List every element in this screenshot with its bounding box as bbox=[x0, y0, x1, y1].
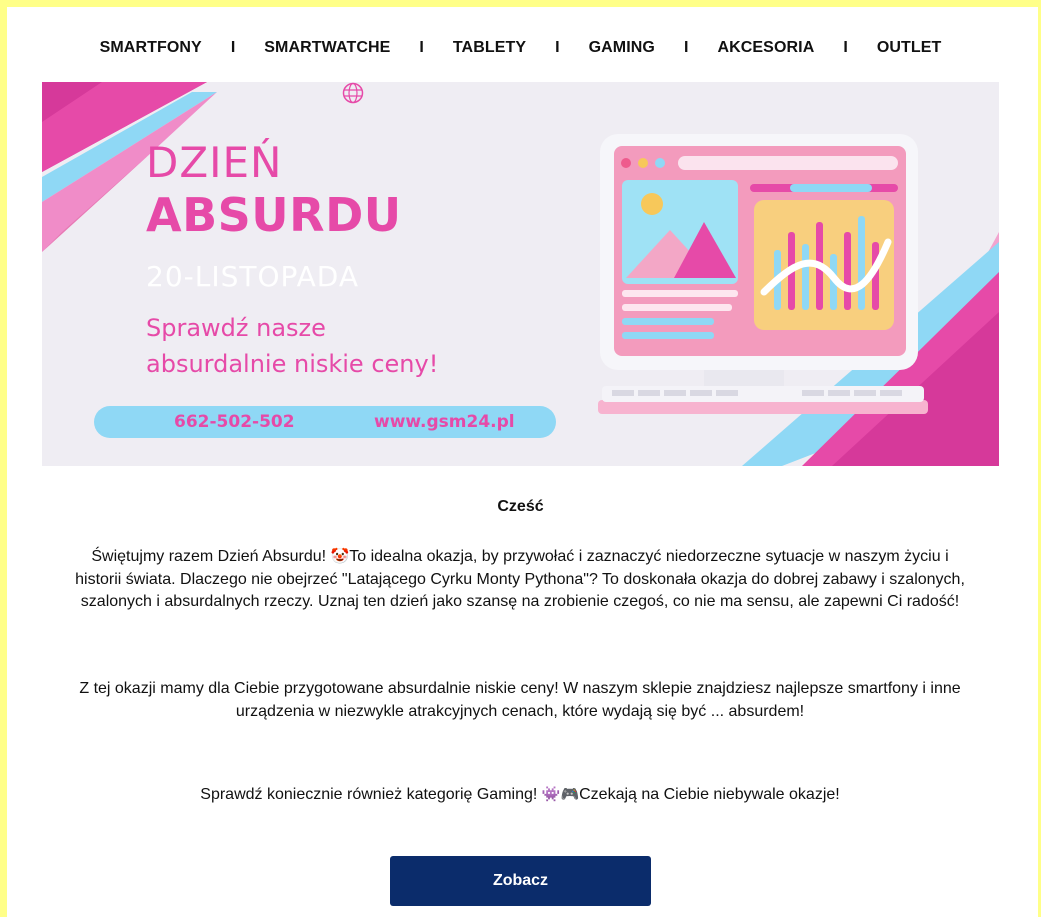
banner-title-line1: DZIEŃ bbox=[146, 138, 283, 187]
nav-item-smartfony[interactable]: SMARTFONY bbox=[100, 39, 202, 57]
intro-text-start: Świętujmy razem Dzień Absurdu! bbox=[91, 548, 331, 565]
promo-banner[interactable]: DZIEŃ ABSURDU 20-LISTOPADA Sprawdź nasze… bbox=[42, 82, 999, 466]
banner-subtitle: Sprawdź nasze absurdalnie niskie ceny! bbox=[146, 310, 506, 382]
nav-item-smartwatche[interactable]: SMARTWATCHE bbox=[264, 39, 390, 57]
category-nav: SMARTFONY I SMARTWATCHE I TABLETY I GAMI… bbox=[0, 36, 1041, 60]
banner-website: www.gsm24.pl bbox=[374, 412, 515, 432]
banner-subtitle-line1: Sprawdź nasze bbox=[146, 314, 326, 342]
phone-icon bbox=[146, 82, 168, 104]
nav-item-outlet[interactable]: OUTLET bbox=[877, 39, 942, 57]
nav-separator: I bbox=[683, 39, 689, 56]
clown-emoji-icon: 🤡 bbox=[330, 547, 350, 565]
globe-icon bbox=[342, 82, 364, 104]
banner-subtitle-line2: absurdalnie niskie ceny! bbox=[146, 350, 439, 378]
banner-phone: 662-502-502 bbox=[174, 412, 295, 432]
nav-separator: I bbox=[843, 39, 848, 56]
frame-top-border bbox=[0, 0, 1041, 7]
nav-separator: I bbox=[555, 39, 560, 56]
nav-item-gaming[interactable]: GAMING bbox=[589, 39, 655, 57]
gaming-paragraph: Sprawdź koniecznie również kategorię Gam… bbox=[70, 783, 970, 807]
banner-title-line2: ABSURDU bbox=[146, 188, 402, 242]
greeting-heading: Cześć bbox=[497, 498, 544, 515]
banner-date: 20-LISTOPADA bbox=[146, 260, 359, 293]
nav-separator: I bbox=[419, 39, 424, 56]
gaming-text-start: Sprawdź koniecznie również kategorię Gam… bbox=[200, 786, 542, 803]
intro-paragraph: Świętujmy razem Dzień Absurdu! 🤡To ideal… bbox=[70, 545, 970, 614]
frame-left-border bbox=[0, 0, 7, 917]
zobacz-button[interactable]: Zobacz bbox=[390, 856, 651, 906]
gaming-text-end: Czekają na Ciebie niebywale okazje! bbox=[579, 786, 840, 803]
offer-paragraph: Z tej okazji mamy dla Ciebie przygotowan… bbox=[79, 680, 961, 720]
nav-item-tablety[interactable]: TABLETY bbox=[453, 39, 526, 57]
nav-item-akcesoria[interactable]: AKCESORIA bbox=[717, 39, 814, 57]
gaming-emoji-icon: 👾🎮 bbox=[541, 785, 580, 803]
nav-separator: I bbox=[230, 39, 236, 56]
